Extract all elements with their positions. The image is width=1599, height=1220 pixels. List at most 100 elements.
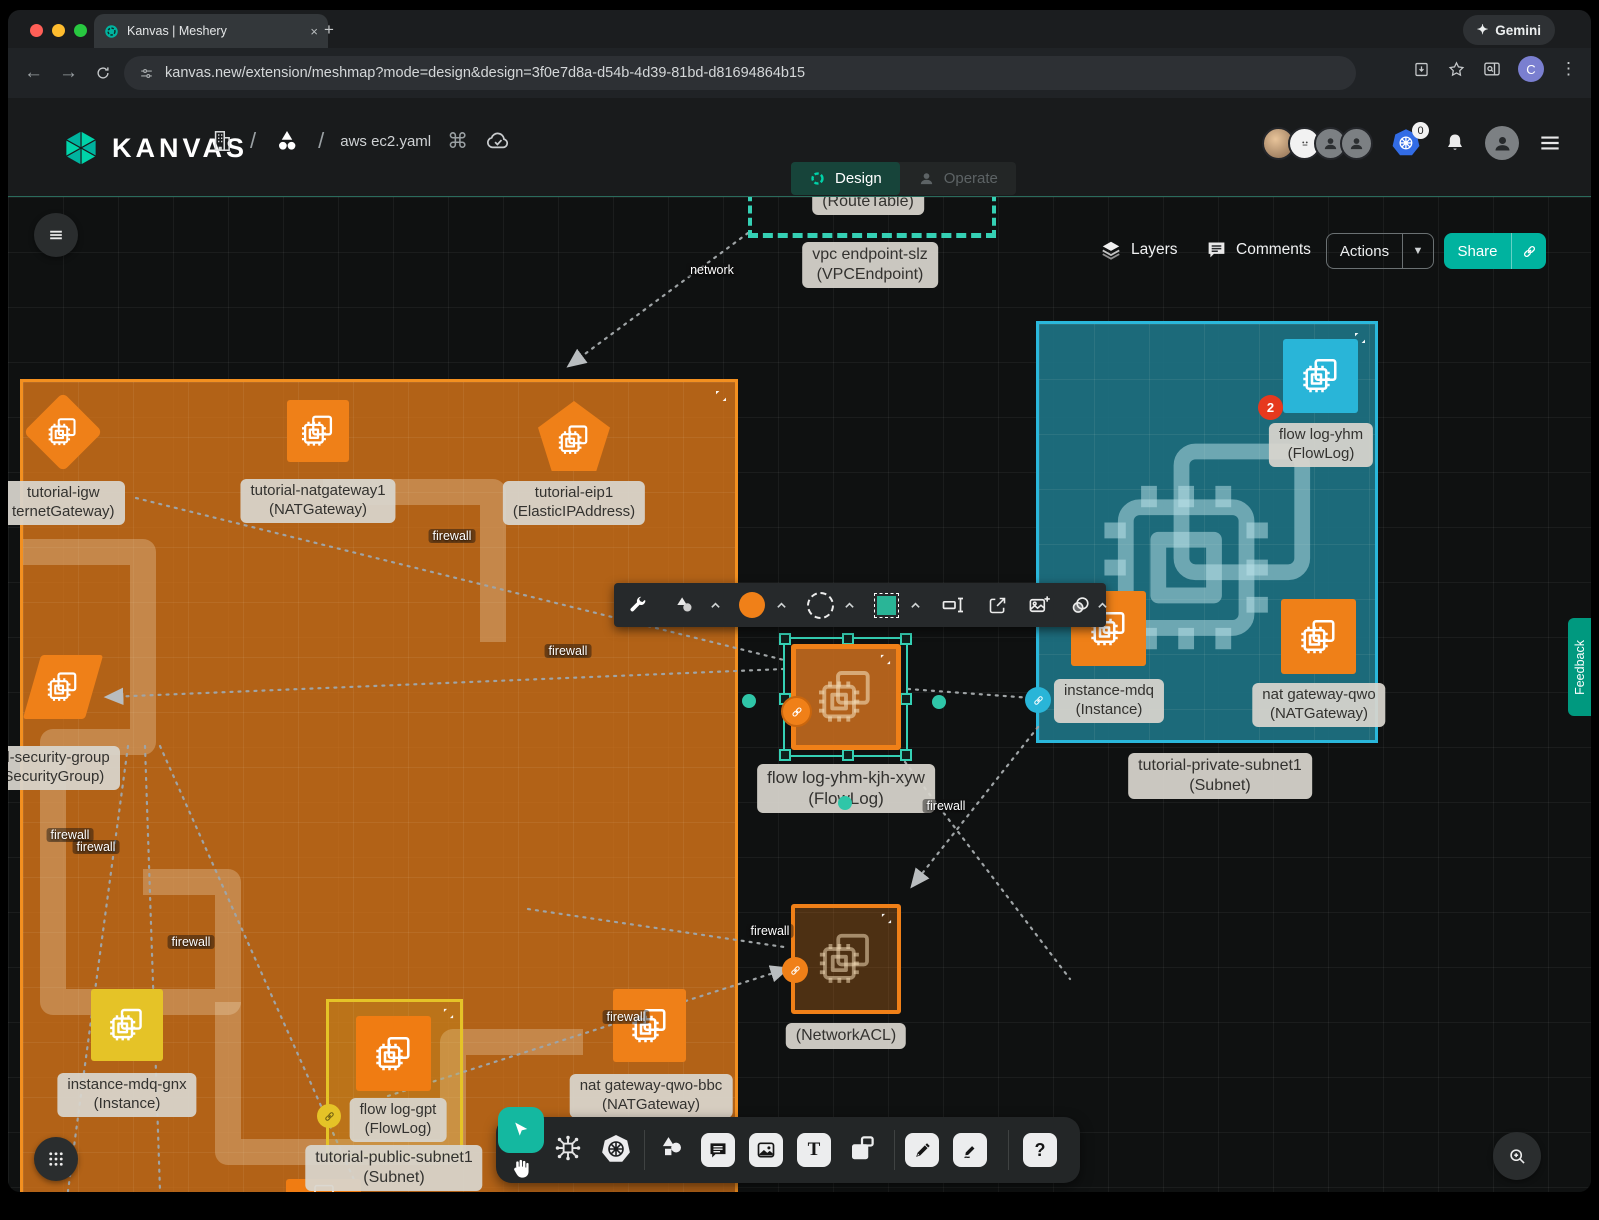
node-label-internet-gateway[interactable]: tutorial-igw ternetGateway) — [8, 481, 125, 525]
node-label-flow-log-gpt[interactable]: flow log-gpt (FlowLog) — [350, 1098, 447, 1142]
select-tool-button[interactable] — [498, 1107, 544, 1153]
comments-button[interactable]: Comments — [1206, 239, 1311, 260]
add-image-button[interactable] — [1018, 583, 1060, 627]
zoom-search-button[interactable] — [1493, 1132, 1541, 1180]
collaborator-avatars[interactable] — [1262, 127, 1373, 160]
copy-link-icon[interactable] — [1512, 233, 1546, 269]
shapes-tool-button[interactable] — [662, 583, 706, 627]
comments-icon — [1206, 239, 1227, 260]
edge-handle-dot[interactable] — [932, 695, 946, 709]
open-in-new-button[interactable] — [976, 583, 1018, 627]
new-tab-button[interactable]: + — [324, 20, 334, 40]
window-zoom-button[interactable] — [74, 24, 87, 37]
node-label-flow-log-yhm[interactable]: flow log-yhm (FlowLog) — [1269, 423, 1373, 467]
node-label-network-acl[interactable]: (NetworkACL) — [786, 1023, 906, 1049]
bookmark-star-icon[interactable] — [1447, 60, 1466, 79]
design-canvas[interactable]: (RouteTable) vpc endpoint-slz (VPCEndpoi… — [8, 196, 1591, 1192]
node-label-nat-gateway-qwo-bbc[interactable]: nat gateway-qwo-bbc (NATGateway) — [570, 1074, 733, 1118]
design-actions-icon[interactable]: ⌘ — [447, 129, 468, 154]
node-network-acl[interactable] — [791, 904, 901, 1014]
widgets-grid-button[interactable] — [34, 1137, 78, 1181]
shape-style-caret[interactable] — [906, 583, 924, 627]
window-minimize-button[interactable] — [52, 24, 65, 37]
fill-color-caret[interactable] — [772, 583, 790, 627]
design-file-name[interactable]: aws ec2.yaml — [340, 133, 431, 150]
address-bar[interactable]: kanvas.new/extension/meshmap?mode=design… — [124, 56, 1356, 90]
forward-icon[interactable]: → — [59, 62, 78, 84]
node-label-nat-gateway-1[interactable]: tutorial-natgateway1 (NATGateway) — [240, 479, 395, 523]
node-instance-mdq-gnx[interactable] — [91, 989, 163, 1061]
edge-label-firewall: firewall — [747, 924, 794, 938]
merge-shapes-button[interactable] — [1062, 583, 1098, 627]
pan-tool-button[interactable] — [510, 1157, 533, 1180]
shape-style-button[interactable] — [866, 583, 906, 627]
site-info-icon[interactable] — [138, 65, 155, 82]
node-label-private-subnet[interactable]: tutorial-private-subnet1 (Subnet) — [1128, 753, 1312, 799]
node-nat-gateway-qwo[interactable] — [1281, 599, 1356, 674]
stroke-style-button[interactable] — [800, 583, 840, 627]
window-close-button[interactable] — [30, 24, 43, 37]
comment-tool-button[interactable] — [701, 1133, 735, 1167]
node-label-instance-mdq-gnx[interactable]: instance-mdq-gnx (Instance) — [57, 1073, 196, 1117]
node-flow-log-gpt[interactable] — [356, 1016, 431, 1091]
node-label-public-subnet[interactable]: tutorial-public-subnet1 (Subnet) — [305, 1145, 482, 1191]
shapes-tool-dock-button[interactable] — [658, 1133, 686, 1161]
network-acl-link-badge[interactable] — [782, 957, 808, 983]
help-icon: ? — [1023, 1133, 1057, 1167]
actions-dropdown-caret[interactable]: ▼ — [1403, 234, 1433, 268]
kubernetes-connection-indicator[interactable]: 0 — [1391, 128, 1425, 158]
node-label-elastic-ip[interactable]: tutorial-eip1 (ElasticIPAddress) — [503, 481, 645, 525]
private-subnet-link-badge[interactable] — [1025, 687, 1051, 713]
tab-close-icon[interactable]: × — [310, 24, 318, 39]
organization-icon[interactable] — [208, 128, 234, 154]
kanvas-logo-icon[interactable] — [62, 128, 100, 168]
feedback-tab[interactable]: Feedback — [1568, 618, 1591, 716]
share-button[interactable]: Share — [1444, 233, 1546, 269]
fill-color-swatch[interactable] — [732, 583, 772, 627]
node-flow-log-selected[interactable] — [791, 644, 901, 750]
node-nat-gateway-qwo-bbc[interactable] — [613, 989, 686, 1062]
node-label-instance-mdq[interactable]: instance-mdq (Instance) — [1054, 679, 1164, 723]
tab-title: Kanvas | Meshery — [127, 24, 302, 38]
merge-shapes-caret[interactable] — [1096, 583, 1108, 627]
edge-handle-dot[interactable] — [838, 796, 852, 810]
browser-profile-avatar[interactable]: C — [1518, 56, 1544, 82]
tab-design[interactable]: Design — [791, 162, 900, 195]
resize-text-button[interactable] — [932, 583, 974, 627]
back-icon[interactable]: ← — [24, 62, 43, 84]
notifications-bell-icon[interactable] — [1443, 131, 1467, 155]
help-button[interactable]: ? — [1023, 1133, 1057, 1167]
edge-handle-dot[interactable] — [742, 694, 756, 708]
side-panel-search-icon[interactable] — [1482, 59, 1502, 79]
flow-log-selected-link-badge[interactable] — [781, 696, 812, 727]
collaborator-avatar-anon2[interactable] — [1340, 127, 1373, 160]
browser-menu-icon[interactable]: ⋮ — [1560, 59, 1577, 79]
reload-icon[interactable] — [94, 64, 112, 82]
image-tool-button[interactable] — [749, 1133, 783, 1167]
stroke-style-caret[interactable] — [840, 583, 858, 627]
collapse-icon[interactable] — [715, 390, 727, 402]
user-avatar[interactable] — [1485, 126, 1519, 160]
layers-button[interactable]: Layers — [1100, 239, 1178, 261]
gemini-button[interactable]: ✦ Gemini — [1463, 15, 1555, 45]
shapes-tool-caret[interactable] — [706, 583, 724, 627]
component-tool-button[interactable] — [553, 1133, 583, 1163]
save-page-icon[interactable] — [1412, 60, 1431, 79]
pen-tool-button[interactable] — [905, 1133, 939, 1167]
workspace-shapes-icon[interactable] — [272, 126, 302, 156]
text-tool-button[interactable]: T — [797, 1133, 831, 1167]
notes-tool-button[interactable] — [847, 1133, 877, 1163]
canvas-menu-button[interactable] — [34, 213, 78, 257]
tools-button[interactable] — [618, 583, 656, 627]
node-flow-log-yhm[interactable] — [1283, 339, 1358, 413]
flow-log-gpt-link-badge[interactable] — [317, 1104, 341, 1128]
app-menu-icon[interactable] — [1537, 130, 1563, 156]
browser-tab[interactable]: Kanvas | Meshery × — [94, 14, 328, 48]
node-label-security-group[interactable]: al-security-group SecurityGroup) — [8, 746, 120, 790]
node-label-nat-gateway-qwo[interactable]: nat gateway-qwo (NATGateway) — [1252, 683, 1385, 727]
tab-operate[interactable]: Operate — [900, 162, 1016, 195]
kubernetes-tool-button[interactable] — [600, 1133, 632, 1165]
actions-button[interactable]: Actions ▼ — [1326, 233, 1434, 269]
freehand-tool-button[interactable] — [953, 1133, 987, 1167]
node-nat-gateway-1[interactable] — [287, 400, 349, 462]
